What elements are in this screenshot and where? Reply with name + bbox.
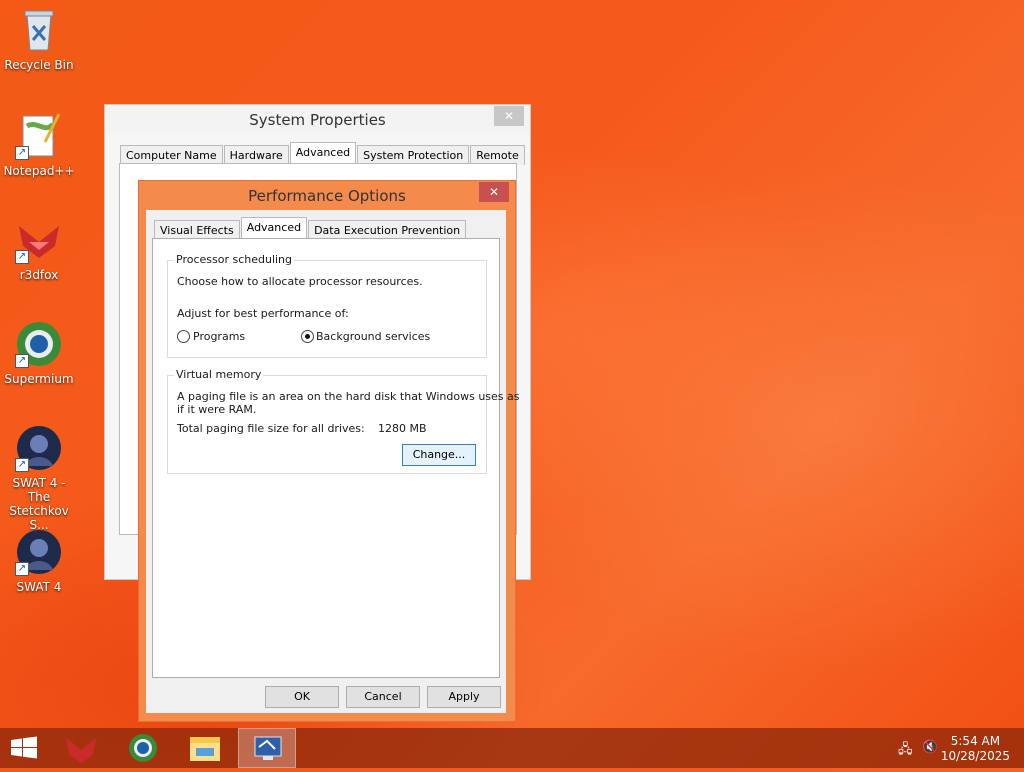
- tab-data-execution-prevention[interactable]: Data Execution Prevention: [308, 220, 467, 240]
- programs-radio[interactable]: [177, 330, 190, 343]
- start-button[interactable]: [0, 728, 48, 768]
- desktop-icon-r3dfox[interactable]: ↗ r3dfox: [0, 216, 78, 282]
- window-title: Performance Options: [248, 187, 406, 205]
- window-title: System Properties: [105, 105, 530, 135]
- virtual-memory-description: A paging file is an area on the hard dis…: [177, 390, 520, 403]
- shortcut-arrow-icon: ↗: [15, 250, 29, 264]
- group-legend: Virtual memory: [174, 368, 264, 381]
- volume-muted-icon[interactable]: 🔇: [922, 740, 938, 755]
- tab-visual-effects[interactable]: Visual Effects: [154, 220, 240, 240]
- recycle-bin-icon: [15, 6, 63, 54]
- desktop-icon-swat4-stetchkov[interactable]: ↗ SWAT 4 - The Stetchkov S...: [0, 424, 78, 532]
- close-button[interactable]: ✕: [479, 182, 509, 202]
- apply-button[interactable]: Apply: [427, 686, 501, 708]
- programs-label[interactable]: Programs: [193, 330, 245, 343]
- network-icon[interactable]: 🖧: [898, 740, 913, 762]
- group-legend: Processor scheduling: [174, 253, 295, 266]
- desktop-icon-label: Notepad++: [3, 164, 75, 178]
- processor-scheduling-group: Processor scheduling Choose how to alloc…: [167, 253, 487, 358]
- start-icon: [11, 736, 37, 759]
- desktop-icon-recycle-bin[interactable]: Recycle Bin: [0, 6, 78, 72]
- tab-computer-name[interactable]: Computer Name: [120, 145, 223, 165]
- desktop-icon-swat4[interactable]: ↗ SWAT 4: [0, 528, 78, 594]
- shortcut-arrow-icon: ↗: [15, 354, 29, 368]
- swat4-icon: ↗: [15, 424, 63, 472]
- close-icon: ✕: [488, 185, 500, 199]
- notepadpp-icon: ↗: [15, 112, 63, 160]
- taskbar-system-properties[interactable]: [238, 728, 296, 768]
- close-button[interactable]: ✕: [494, 106, 524, 126]
- shortcut-arrow-icon: ↗: [15, 458, 29, 472]
- r3dfox-icon: ↗: [15, 216, 63, 264]
- change-button[interactable]: Change...: [402, 444, 476, 466]
- clock[interactable]: 5:54 AM 10/28/2025: [941, 734, 1010, 764]
- desktop-icon-label: SWAT 4 - The Stetchkov S...: [9, 476, 69, 532]
- ok-button[interactable]: OK: [265, 686, 339, 708]
- total-paging-value: 1280 MB: [378, 422, 427, 435]
- background-services-label[interactable]: Background services: [316, 330, 430, 343]
- taskbar-r3dfox[interactable]: [52, 728, 110, 768]
- clock-date: 10/28/2025: [940, 749, 1010, 763]
- adjust-label: Adjust for best performance of:: [177, 307, 349, 320]
- background-services-radio[interactable]: [301, 330, 314, 343]
- tab-hardware[interactable]: Hardware: [223, 145, 289, 165]
- supermium-icon: ↗: [15, 320, 63, 368]
- taskbar-file-explorer[interactable]: [176, 728, 234, 768]
- tab-page: Processor scheduling Choose how to alloc…: [152, 238, 520, 678]
- shortcut-arrow-icon: ↗: [15, 146, 29, 160]
- close-icon: ✕: [503, 109, 515, 123]
- processor-description: Choose how to allocate processor resourc…: [177, 275, 423, 288]
- tab-remote[interactable]: Remote: [470, 145, 525, 165]
- tab-system-protection[interactable]: System Protection: [357, 145, 470, 165]
- virtual-memory-group: Virtual memory A paging file is an area …: [167, 368, 520, 474]
- desktop-icon-notepadpp[interactable]: ↗ Notepad++: [0, 112, 78, 178]
- tab-advanced[interactable]: Advanced: [289, 142, 357, 165]
- taskbar-supermium[interactable]: [114, 728, 172, 768]
- total-paging-label: Total paging file size for all drives:: [177, 422, 365, 435]
- clock-time: 5:54 AM: [950, 734, 1001, 748]
- desktop-icon-label: SWAT 4: [16, 580, 62, 594]
- dialog-body: Visual Effects Advanced Data Execution P…: [146, 210, 520, 713]
- desktop-icon-label: Recycle Bin: [4, 58, 74, 72]
- r3dfox-icon: [66, 738, 96, 763]
- performance-options-window: Performance Options ✕ Visual Effects Adv…: [138, 180, 520, 722]
- desktop-icon-supermium[interactable]: ↗ Supermium: [0, 320, 78, 386]
- cancel-button[interactable]: Cancel: [346, 686, 420, 708]
- supermium-icon: [129, 734, 157, 762]
- taskbar: 🖧 🔇 5:54 AM 10/28/2025: [0, 728, 1024, 768]
- file-explorer-icon: [190, 737, 220, 761]
- tab-advanced[interactable]: Advanced: [240, 217, 308, 240]
- virtual-memory-description: if it were RAM.: [177, 403, 257, 416]
- swat4-icon: ↗: [15, 528, 63, 576]
- shortcut-arrow-icon: ↗: [15, 562, 29, 576]
- desktop-icon-label: Supermium: [4, 372, 74, 386]
- desktop-icon-label: r3dfox: [19, 268, 59, 282]
- system-properties-icon: [254, 736, 282, 760]
